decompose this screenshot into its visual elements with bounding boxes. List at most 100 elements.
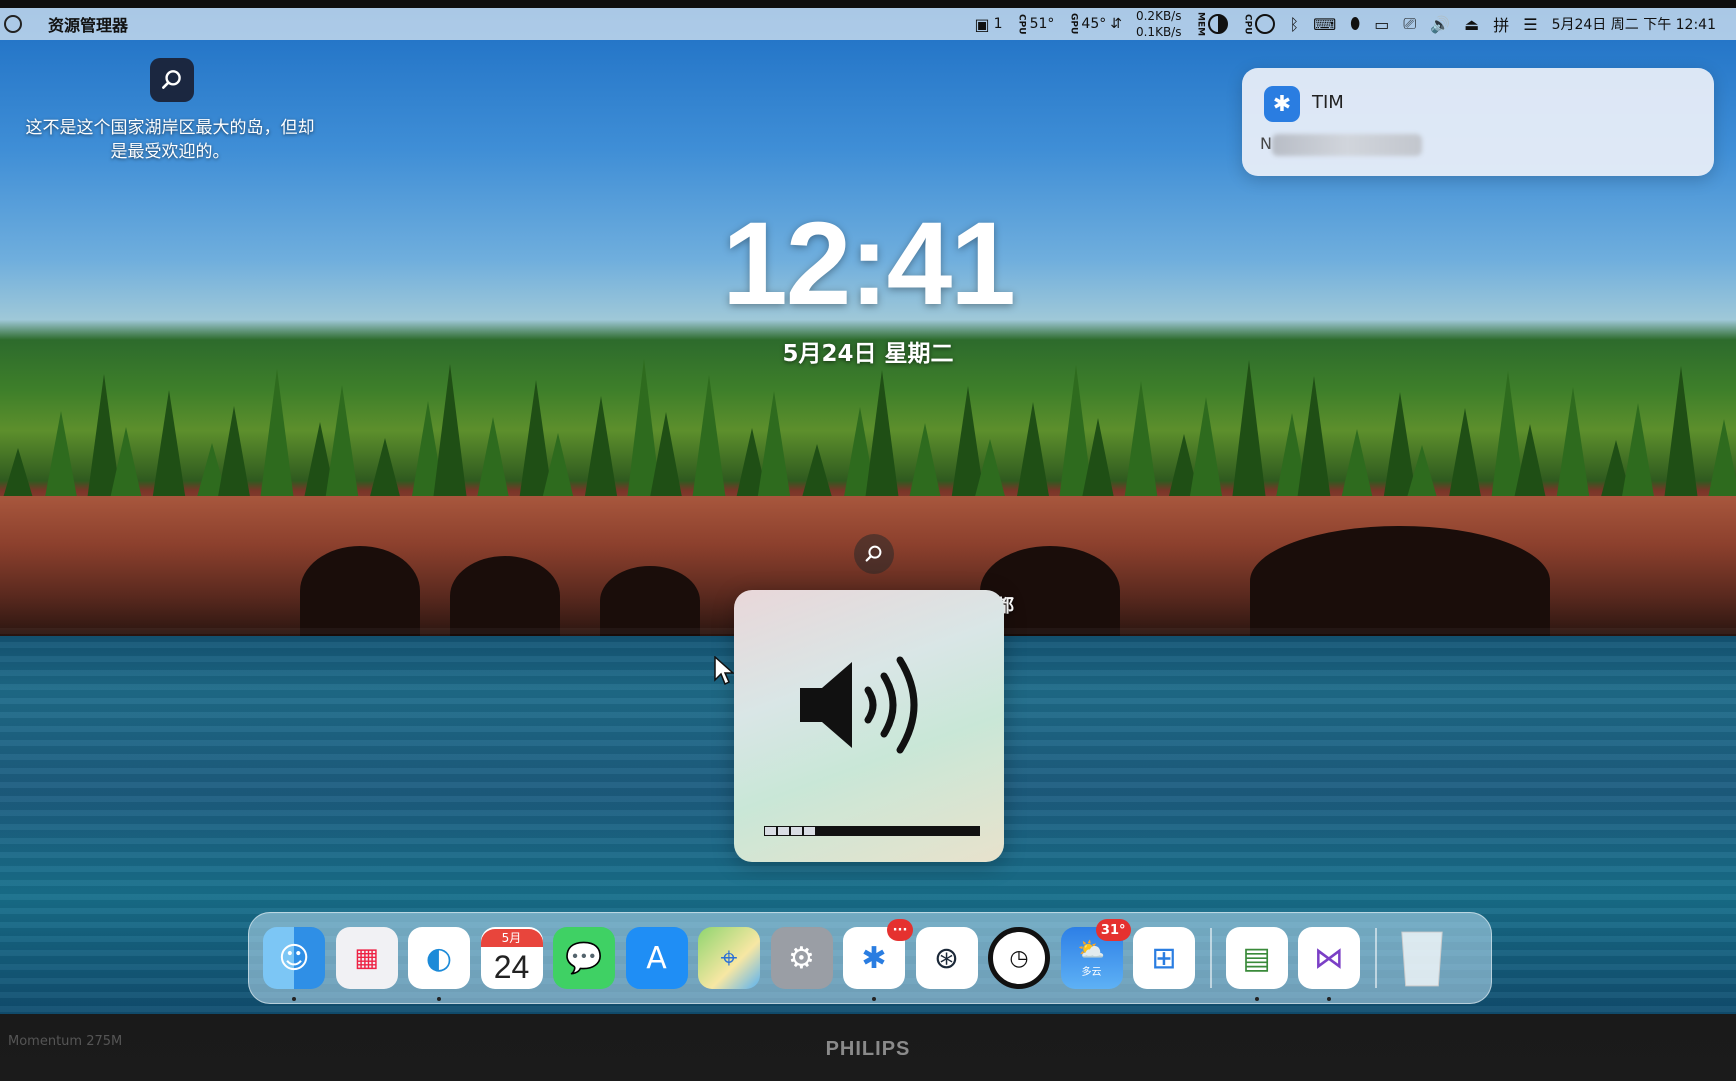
volume-segment (791, 827, 802, 835)
gpu-temp: 45° (1081, 15, 1107, 32)
wallpaper-search-button[interactable] (150, 58, 194, 102)
gpu-label: GPU (1068, 13, 1079, 35)
tree-silhouette (1231, 360, 1267, 508)
wallpaper-caption[interactable]: 这不是这个国家湖岸区最大的岛，但却是最受欢迎的。 (20, 116, 320, 164)
weather-icon[interactable]: ⛅ 多云 31° (1060, 919, 1131, 989)
volume-segment (765, 827, 776, 835)
tim-app-icon: ✱ (1264, 86, 1300, 122)
window-count-item[interactable]: ▣ 1 (975, 15, 1003, 34)
gpu-temp-item[interactable]: GPU 45° ⇵ (1068, 13, 1122, 34)
trash-icon[interactable] (1391, 927, 1453, 989)
tim-notification[interactable]: ✱ TIM N (1242, 68, 1714, 176)
speaker-volume-icon (800, 656, 918, 754)
volume-empty-track (817, 827, 979, 835)
search-icon (162, 70, 181, 89)
cpu-gauge-icon (1255, 13, 1276, 34)
tree-silhouette (648, 412, 684, 508)
dock: ☺ ▦ ◐ 5月 24 💬 A ⌖ ⚙ ✱ ··· ⊛ ◷ ⛅ 多云 31° ⊞… (248, 912, 1492, 1004)
tim-icon[interactable]: ✱ ··· (843, 919, 913, 1001)
tim-badge: ··· (887, 919, 913, 941)
tree-silhouette (864, 370, 900, 508)
tree-silhouette (1447, 408, 1483, 508)
spotlight-button[interactable] (854, 534, 894, 574)
bluetooth-icon[interactable]: ᛒ (1289, 15, 1299, 34)
airplay-icon[interactable]: ⎚ (1403, 14, 1416, 34)
tree-silhouette (1015, 402, 1051, 508)
mouse-cursor-icon (714, 656, 734, 686)
volume-segment (804, 827, 815, 835)
tree-silhouette (756, 391, 792, 508)
finder-icon[interactable]: ☺ (263, 927, 325, 1001)
notification-redacted-text (1272, 134, 1422, 156)
menu-bar-status-area: ▣ 1 CPU 51° GPU 45° ⇵ 0.2KB/s 0.1KB/s ME… (975, 8, 1716, 40)
cpu-temp-item[interactable]: CPU 51° (1017, 14, 1055, 35)
tree-silhouette (151, 390, 187, 508)
window-icon: ▣ (974, 14, 990, 34)
app-store-icon[interactable]: A (625, 927, 688, 989)
input-method-icon[interactable]: 拼 (1493, 12, 1509, 36)
system-settings-icon[interactable]: ⚙ (770, 927, 833, 989)
monitor-brand-logo: PHILIPS (825, 1038, 911, 1060)
tree-silhouette (1188, 397, 1224, 508)
volume-icon[interactable]: 🔊 (1430, 15, 1450, 34)
tree-silhouette (43, 411, 79, 508)
desktop-date: 5月24日 星期二 (782, 341, 954, 367)
maps-icon[interactable]: ⌖ (698, 927, 760, 989)
tree-silhouette (475, 417, 511, 508)
windows-widgets-icon[interactable]: ⊞ (1133, 927, 1195, 989)
control-center-icon[interactable]: ☰ (1523, 15, 1537, 34)
edge-browser-icon[interactable]: ◐ (408, 927, 470, 1001)
tree-silhouette (1080, 418, 1116, 508)
clock-app-icon[interactable]: ◷ (988, 927, 1050, 989)
calendar-day: 24 (493, 949, 530, 985)
memory-item[interactable]: MEM (1195, 11, 1229, 37)
cpu-usage-item[interactable]: CPU (1242, 13, 1276, 35)
tree-silhouette (1663, 366, 1699, 508)
tree-silhouette (691, 375, 727, 508)
mouse-icon[interactable]: ⬮ (1350, 14, 1360, 34)
visual-studio-icon[interactable]: ⋈ (1298, 927, 1360, 1001)
net-up-speed: 0.2KB/s (1135, 9, 1182, 23)
launchpad-icon[interactable]: ▦ (335, 927, 398, 989)
tree-silhouette (583, 396, 619, 508)
eject-icon[interactable]: ⏏ (1464, 15, 1479, 34)
tree-silhouette (324, 385, 360, 508)
cpu-usage-label: CPU (1242, 13, 1253, 35)
search-icon (865, 545, 882, 562)
notification-title: TIM (1312, 92, 1344, 113)
tree-silhouette (432, 364, 468, 508)
calendar-icon[interactable]: 5月 24 (480, 927, 543, 989)
weather-label: 多云 (1081, 967, 1102, 978)
menu-bar-clock[interactable]: 5月24日 周二 下午 12:41 (1552, 14, 1716, 34)
desktop-clock: 12:41 (722, 198, 1016, 330)
tree-silhouette (259, 369, 295, 508)
volume-hud (734, 590, 1004, 862)
apple-menu-icon[interactable] (4, 15, 22, 33)
cpu-temp: 51° (1029, 15, 1055, 32)
display-icon[interactable]: ▭ (1374, 15, 1389, 34)
network-speed-item[interactable]: 0.2KB/s 0.1KB/s (1136, 10, 1181, 38)
tree-silhouette (1123, 381, 1159, 508)
mem-label: MEM (1195, 11, 1206, 37)
tree-silhouette (216, 406, 252, 508)
keyboard-icon[interactable]: ⌨ (1313, 15, 1336, 34)
active-app-title[interactable]: 资源管理器 (48, 12, 128, 36)
menu-bar: 资源管理器 ▣ 1 CPU 51° GPU 45° ⇵ 0.2KB/s 0.1K… (0, 8, 1736, 40)
cloud-sun-icon: ⛅ (1077, 938, 1106, 963)
trash-can-icon (1400, 931, 1443, 987)
updown-icon: ⇵ (1110, 15, 1122, 32)
cpu-label: CPU (1016, 13, 1027, 35)
notification-body: N (1260, 134, 1272, 153)
net-down-speed: 0.1KB/s (1135, 25, 1182, 39)
dock-separator (1209, 928, 1212, 988)
memory-gauge-icon (1208, 14, 1229, 34)
volume-level-bar (764, 826, 980, 836)
steam-icon[interactable]: ⊛ (915, 927, 978, 989)
certificate-app-icon[interactable]: ▤ (1225, 927, 1288, 1001)
volume-segment (778, 827, 789, 835)
tree-silhouette (1620, 403, 1656, 508)
tree-silhouette (1706, 419, 1736, 508)
messages-icon[interactable]: 💬 (553, 927, 615, 989)
window-count: 1 (993, 16, 1003, 32)
tree-silhouette (1555, 387, 1591, 508)
